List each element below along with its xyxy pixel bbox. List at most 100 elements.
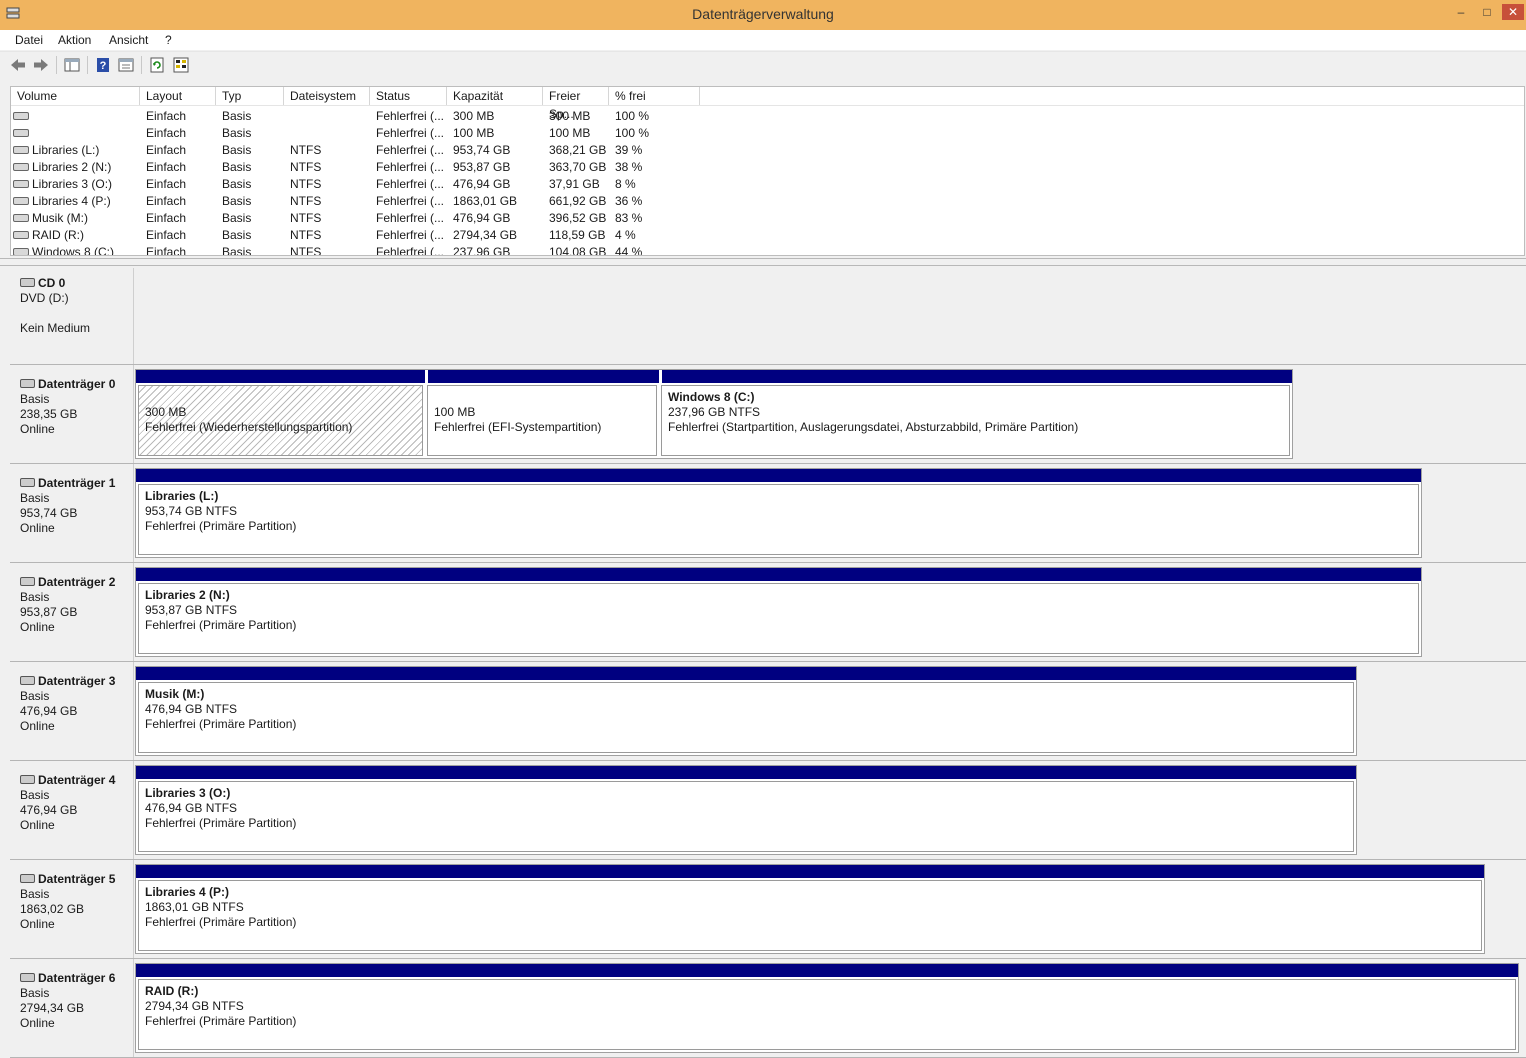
partition-size: 953,74 GB NTFS [145,504,238,518]
toolbar-separator [141,56,142,74]
table-cell-volume: Musik (M:) [13,211,88,225]
partition-block[interactable]: Libraries 3 (O:) 476,94 GB NTFS Fehlerfrei… [136,766,1356,854]
disk-name: Datenträger 6 [38,971,116,985]
partition-body: Libraries 2 (N:) 953,87 GB NTFS Fehlerfrei… [138,583,1419,654]
table-cell-volume [13,109,32,123]
title-bar: Datenträgerverwaltung – □ ✕ [0,0,1526,30]
table-row[interactable]: Musik (M:) Einfach Basis NTFS Fehlerfrei (..… [11,209,1524,226]
disk-label[interactable]: Datenträger 3 Basis 476,94 GB Online [10,662,134,761]
toolbar-separator [56,56,57,74]
cdrom-name: CD 0 [38,276,66,290]
table-row[interactable]: Windows 8 (C:) Einfach Basis NTFS Fehlerfrei… [11,243,1524,256]
show-hide-console-tree-icon[interactable] [63,56,81,74]
disk-label[interactable]: Datenträger 6 Basis 2794,34 GB Online [10,959,134,1058]
partition-header-bar [136,667,1356,680]
disk-label[interactable]: Datenträger 5 Basis 1863,02 GB Online [10,860,134,959]
back-icon[interactable] [9,56,27,74]
partition-block[interactable]: RAID (R:) 2794,34 GB NTFS Fehlerfrei (Prim… [136,964,1518,1052]
table-row[interactable]: Libraries 2 (N:) Einfach Basis NTFS Fehlerfr… [11,158,1524,175]
export-list-icon[interactable] [172,56,190,74]
menu-help[interactable]: ? [165,33,172,47]
partition-block[interactable]: Libraries (L:) 953,74 GB NTFS Fehlerfrei (… [136,469,1421,557]
volume-name: RAID (R:) [32,228,84,242]
volume-icon [13,213,29,222]
table-row[interactable]: Libraries 4 (P:) Einfach Basis NTFS Fehlerfr… [11,192,1524,209]
table-row[interactable]: Einfach Basis Fehlerfrei (... 300 MB 300 MB 1… [11,107,1524,124]
column-header-status[interactable]: Status [370,87,447,105]
column-header-prozent-frei[interactable]: % frei [609,87,700,105]
table-cell-status: Fehlerfrei (... [376,245,445,256]
volume-icon [13,247,29,255]
toolbar-separator [87,56,88,74]
partition-block[interactable]: Musik (M:) 476,94 GB NTFS Fehlerfrei (Prim… [136,667,1356,755]
table-cell-free: 300 MB [549,109,591,123]
table-cell-volume: Libraries 2 (N:) [13,160,111,174]
partition-body: Musik (M:) 476,94 GB NTFS Fehlerfrei (Prim… [138,682,1354,753]
table-cell-status: Fehlerfrei (... [376,143,445,157]
partition-status: Fehlerfrei (Wiederherstellungspartition) [145,420,353,434]
table-cell-typ: Basis [222,211,252,225]
table-cell-typ: Basis [222,160,252,174]
partition-size: 237,96 GB NTFS [668,405,761,419]
cdrom-drive: DVD (D:) [20,291,69,305]
partition-status: Fehlerfrei (Primäre Partition) [145,915,297,929]
help-icon[interactable]: ? [94,56,112,74]
table-row[interactable]: Libraries 3 (O:) Einfach Basis NTFS Fehlerfr… [11,175,1524,192]
partition-header-bar [136,964,1518,977]
hard-disk-icon [20,477,35,487]
table-cell-cap: 953,74 GB [453,143,511,157]
menu-ansicht[interactable]: Ansicht [109,33,148,47]
refresh-icon[interactable] [148,56,166,74]
volume-name: Libraries 3 (O:) [32,177,113,191]
disk-row: Datenträger 1 Basis 953,74 GB Online Librari… [10,464,1526,563]
minimize-icon[interactable]: – [1450,4,1472,20]
volume-icon [13,128,29,137]
disk-label[interactable]: Datenträger 0 Basis 238,35 GB Online [10,365,134,464]
cdrom-label[interactable]: CD 0 DVD (D:) Kein Medium [10,268,134,365]
table-cell-cap: 100 MB [453,126,495,140]
disk-title: Datenträger 4 [20,773,115,787]
table-cell-layout: Einfach [146,228,187,242]
partition-block[interactable]: 100 MB Fehlerfrei (EFI-Systempartition) [425,370,659,458]
pane-splitter[interactable] [0,258,1526,266]
disk-state: Online [20,422,55,436]
menu-datei[interactable]: Datei [15,33,43,47]
table-row[interactable]: RAID (R:) Einfach Basis NTFS Fehlerfrei (...… [11,226,1524,243]
table-row[interactable]: Einfach Basis Fehlerfrei (... 100 MB 100 MB 1… [11,124,1524,141]
table-cell-pct: 8 % [615,177,636,191]
table-cell-status: Fehlerfrei (... [376,211,445,225]
table-row[interactable]: Libraries (L:) Einfach Basis NTFS Fehlerfrei… [11,141,1524,158]
partition-header-bar [425,370,659,383]
column-header-freier-speicher[interactable]: Freier Sp... [543,87,609,121]
column-header-volume[interactable]: Volume [11,87,140,105]
column-header-kapazitaet[interactable]: Kapazität [447,87,543,105]
close-icon[interactable]: ✕ [1502,4,1524,20]
disk-label[interactable]: Datenträger 2 Basis 953,87 GB Online [10,563,134,662]
volume-icon [13,230,29,239]
column-header-dateisystem[interactable]: Dateisystem [284,87,370,105]
partition-block[interactable]: Libraries 4 (P:) 1863,01 GB NTFS Fehlerfre… [136,865,1484,953]
disk-name: Datenträger 3 [38,674,116,688]
column-header-layout[interactable]: Layout [140,87,216,105]
partition-block[interactable]: Libraries 2 (N:) 953,87 GB NTFS Fehlerfrei… [136,568,1421,656]
disk-size: 238,35 GB [20,407,78,421]
forward-icon[interactable] [32,56,50,74]
table-cell-volume: Libraries 4 (P:) [13,194,111,208]
menu-aktion[interactable]: Aktion [58,33,91,47]
table-cell-layout: Einfach [146,126,187,140]
partition-container: Libraries 4 (P:) 1863,01 GB NTFS Fehlerfre… [135,864,1485,954]
table-cell-typ: Basis [222,228,252,242]
column-header-typ[interactable]: Typ [216,87,284,105]
volume-list[interactable]: Volume Layout Typ Dateisystem Status Kap… [10,86,1525,256]
partition-size: 100 MB [434,405,476,419]
partition-title: Musik (M:) [145,687,205,701]
partition-block[interactable]: 300 MB Fehlerfrei (Wiederherstellungspart… [136,370,425,458]
disk-size: 2794,34 GB [20,1001,85,1015]
partition-block[interactable]: Windows 8 (C:) 237,96 GB NTFS Fehlerfrei (… [659,370,1292,458]
table-cell-typ: Basis [222,194,252,208]
maximize-icon[interactable]: □ [1476,4,1498,20]
table-cell-volume [13,126,32,140]
disk-label[interactable]: Datenträger 4 Basis 476,94 GB Online [10,761,134,860]
properties-icon[interactable] [117,56,135,74]
disk-label[interactable]: Datenträger 1 Basis 953,74 GB Online [10,464,134,563]
